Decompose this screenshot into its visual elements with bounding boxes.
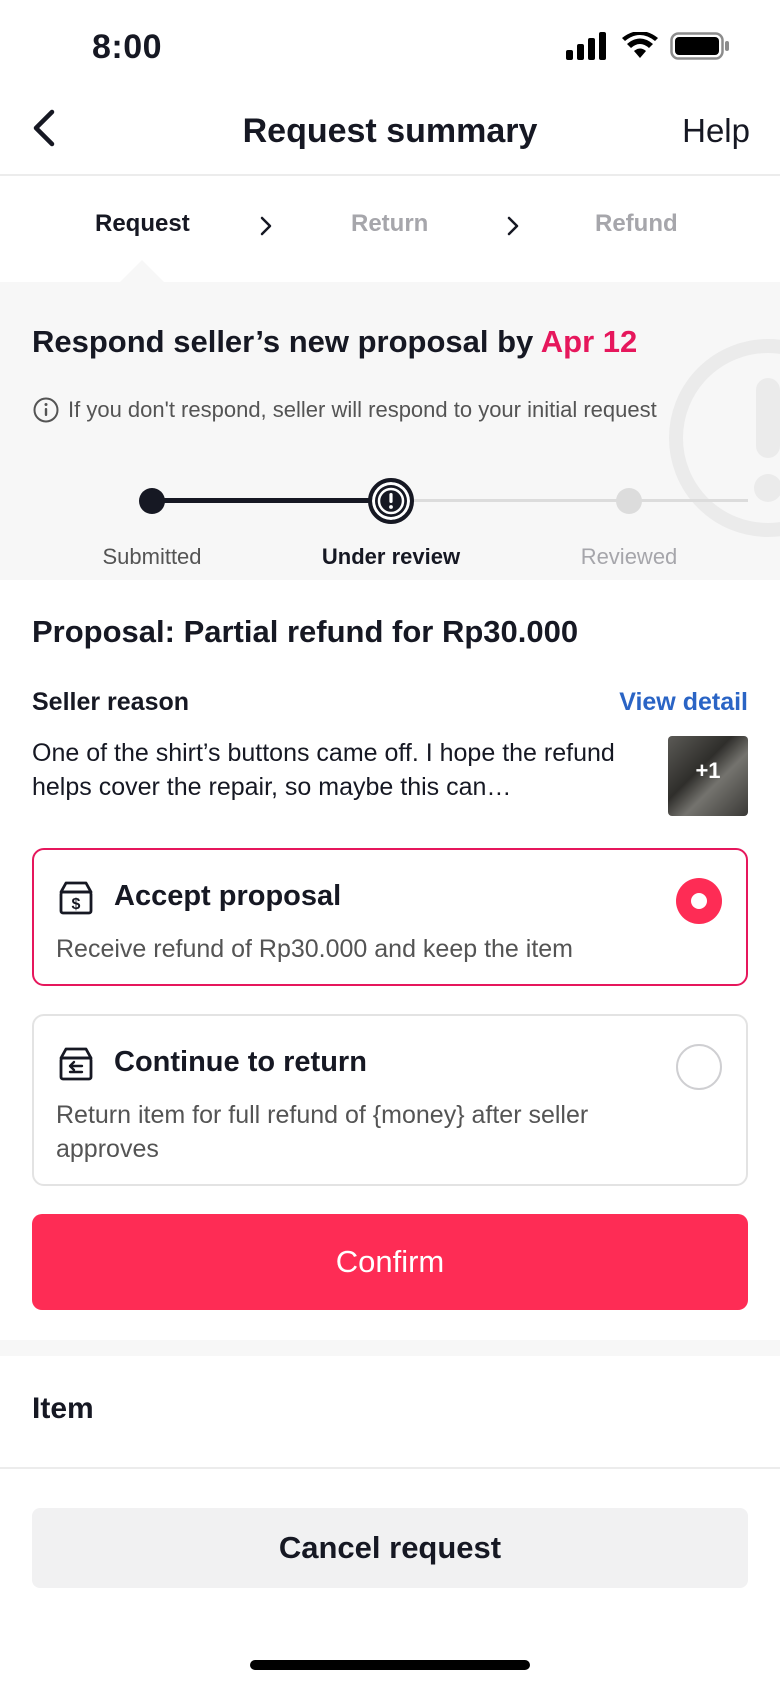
active-step-pointer <box>120 260 164 282</box>
proposal-title: Proposal: Partial refund for Rp30.000 <box>32 614 579 649</box>
seller-reason-text: One of the shirt’s buttons came off. I h… <box>32 739 615 801</box>
confirm-button[interactable]: Confirm <box>32 1214 748 1310</box>
step-refund[interactable]: Refund <box>595 210 678 238</box>
respond-title: Respond seller’s new proposal by Apr 12 <box>32 324 637 360</box>
timeline-label-submitted: Submitted <box>102 544 202 569</box>
refund-box-icon: $ <box>59 881 93 915</box>
section-divider <box>0 1340 780 1356</box>
return-box-icon <box>59 1047 93 1081</box>
timeline-dot-submitted <box>139 488 165 514</box>
option-accept-proposal[interactable]: $ Accept proposal Receive refund of Rp30… <box>32 848 748 986</box>
radio-accept-selected[interactable] <box>676 878 722 924</box>
option-accept-desc: Receive refund of Rp30.000 and keep the … <box>56 935 574 963</box>
progress-steps: Request Return Refund <box>0 178 780 282</box>
respond-deadline: Apr 12 <box>540 324 638 359</box>
status-time: 8:00 <box>92 28 163 66</box>
timeline-progress-line <box>152 498 390 503</box>
help-link[interactable]: Help <box>682 112 750 150</box>
home-indicator <box>250 1660 530 1670</box>
info-icon <box>33 397 59 423</box>
item-divider <box>0 1467 780 1469</box>
nav-bar: Request summary Help <box>0 100 780 176</box>
option-return-desc: Return item for full refund of {money} a… <box>56 1101 589 1163</box>
status-icons <box>566 32 730 60</box>
step-return[interactable]: Return <box>351 210 428 238</box>
timeline-pending-line <box>390 499 748 502</box>
item-section-title[interactable]: Item <box>32 1392 94 1426</box>
timeline-dot-reviewed <box>616 488 642 514</box>
signal-icon <box>566 32 606 60</box>
option-continue-return[interactable]: Continue to return Return item for full … <box>32 1014 748 1186</box>
respond-note: If you don't respond, seller will respon… <box>32 396 657 424</box>
status-timeline: Submitted Under review Reviewed <box>0 452 780 572</box>
wifi-icon <box>622 32 658 58</box>
battery-icon <box>670 32 729 60</box>
page-title: Request summary <box>242 112 538 150</box>
chevron-right-icon <box>260 216 272 236</box>
option-return-title: Continue to return <box>114 1046 367 1078</box>
step-request[interactable]: Request <box>95 210 190 238</box>
seller-reason-label: Seller reason <box>32 688 190 716</box>
evidence-photo-thumbnail[interactable]: +1 <box>668 736 748 816</box>
timeline-label-under-review: Under review <box>321 544 461 569</box>
timeline-label-reviewed: Reviewed <box>580 544 678 569</box>
status-bar: 8:00 <box>0 0 780 100</box>
chevron-right-icon <box>507 216 519 236</box>
view-detail-link[interactable]: View detail <box>619 688 748 717</box>
option-accept-title: Accept proposal <box>114 880 342 912</box>
status-panel: Respond seller’s new proposal by Apr 12 … <box>0 282 780 580</box>
alert-icon <box>377 487 405 515</box>
respond-title-text: Respond seller’s new proposal by <box>32 324 541 359</box>
respond-note-text: If you don't respond, seller will respon… <box>68 397 657 422</box>
timeline-dot-under-review <box>368 478 414 524</box>
cancel-request-button[interactable]: Cancel request <box>32 1508 748 1588</box>
svg-text:$: $ <box>72 896 81 913</box>
photo-count: +1 <box>695 758 721 783</box>
radio-return-unselected[interactable] <box>676 1044 722 1090</box>
